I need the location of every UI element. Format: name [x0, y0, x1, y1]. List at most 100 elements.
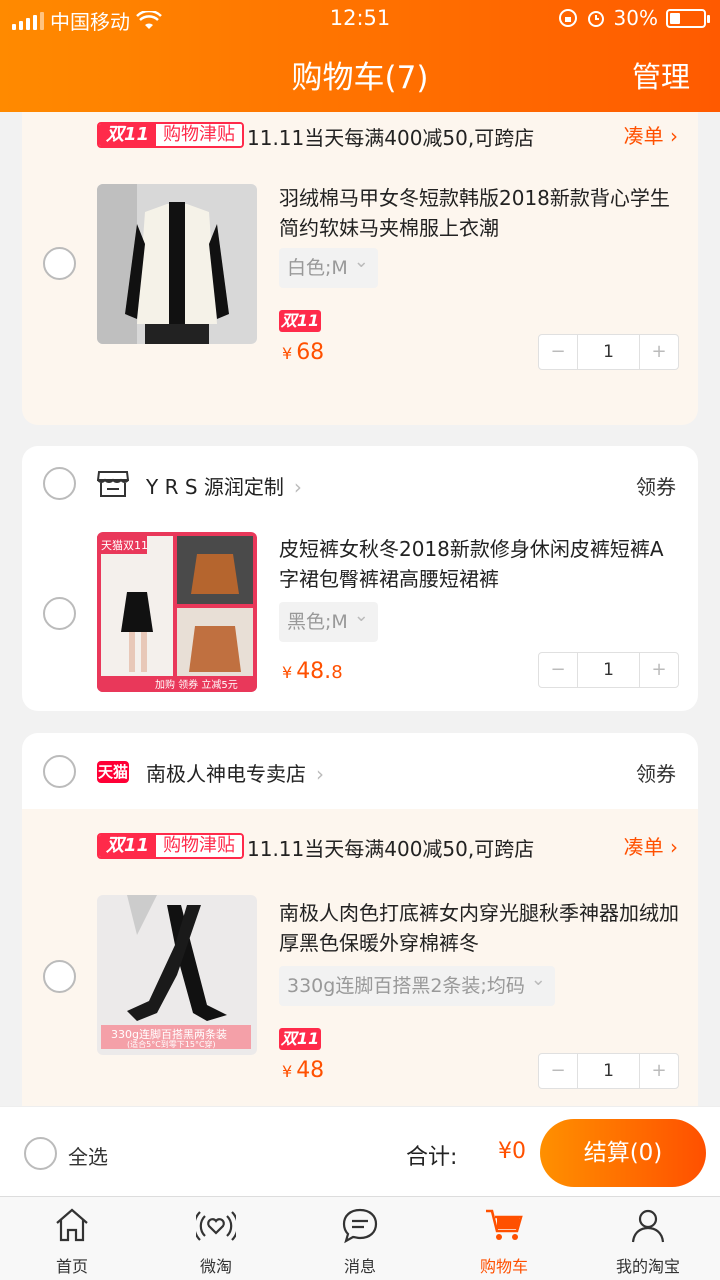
quantity-stepper[interactable]: − 1 + — [538, 652, 679, 688]
tab-home[interactable]: 首页 — [0, 1197, 144, 1280]
sku-selector[interactable]: 黑色;M — [279, 596, 378, 642]
product-thumbnail[interactable]: 330g连脚百搭黑两条装 (适合5°C到零下15°C穿) — [97, 895, 257, 1055]
tab-label: 微淘 — [199, 1257, 232, 1276]
home-icon — [56, 1208, 88, 1242]
tab-messages[interactable]: 消息 — [288, 1197, 432, 1280]
coudan-link[interactable]: 凑单 › — [624, 831, 678, 860]
product-thumbnail[interactable]: 天猫双11 加购 领券 立减5元 — [97, 532, 257, 692]
price-decimal: 8 — [331, 662, 343, 683]
rotation-lock-icon — [558, 9, 577, 27]
decrease-button[interactable]: − — [539, 335, 577, 369]
double11-tag: 双11 — [279, 310, 321, 332]
tmall-icon: 天猫 — [97, 761, 129, 783]
promo-bar: 双11 购物津贴 11.11当天每满400减50,可跨店 凑单 › — [22, 112, 698, 152]
cart-group: Y R S 源润定制 › 领券 天猫双11 加购 领券 立减5元 皮短裤女秋冬20… — [22, 446, 698, 711]
shopping-allowance-badge: 双11 购物津贴 — [97, 122, 245, 148]
item-checkbox[interactable] — [43, 960, 76, 993]
shop-name[interactable]: Y R S 源润定制 › — [146, 471, 302, 500]
increase-button[interactable]: + — [640, 653, 678, 687]
badge-allowance: 购物津贴 — [156, 835, 243, 857]
increase-button[interactable]: + — [640, 1054, 678, 1088]
badge-allowance: 购物津贴 — [156, 124, 243, 146]
chevron-right-icon: › — [316, 762, 324, 786]
shop-name[interactable]: 南极人神电专卖店 › — [146, 758, 324, 787]
cart-list[interactable]: 双11 购物津贴 11.11当天每满400减50,可跨店 凑单 › 羽绒棉马甲女… — [0, 112, 720, 1106]
promo-bar: 双11 购物津贴 11.11当天每满400减50,可跨店 凑单 › — [22, 809, 698, 869]
thumb-caption: 330g连脚百搭黑两条装 — [111, 1027, 227, 1041]
promo-text: 11.11当天每满400减50,可跨店 — [247, 126, 535, 150]
message-icon — [342, 1208, 378, 1244]
alarm-icon — [587, 11, 604, 27]
currency-symbol: ¥ — [282, 344, 293, 363]
coupon-button[interactable]: 领券 — [636, 758, 676, 787]
tinted-section: 双11 购物津贴 11.11当天每满400减50,可跨店 凑单 › 330g连脚… — [22, 809, 698, 1106]
decrease-button[interactable]: − — [539, 1054, 577, 1088]
total-label: 合计: — [406, 1145, 458, 1170]
product-title[interactable]: 羽绒棉马甲女冬短款韩版2018新款背心学生简约软妹马夹棉服上衣潮 — [279, 183, 679, 243]
checkout-button[interactable]: 结算(0) — [540, 1119, 706, 1187]
shop-checkbox[interactable] — [43, 467, 76, 500]
badge-double11: 双11 — [99, 124, 157, 146]
status-bar: 中国移动 12:51 30% — [0, 0, 720, 38]
item-checkbox[interactable] — [43, 247, 76, 280]
item-price: ¥68 — [282, 340, 324, 365]
sku-selector[interactable]: 330g连脚百搭黑2条装;均码 — [279, 960, 555, 1006]
total-value: ¥0 — [498, 1139, 526, 1164]
quantity-stepper[interactable]: − 1 + — [538, 1053, 679, 1089]
banner-top-text: 天猫双11 — [101, 539, 148, 552]
product-title[interactable]: 南极人肉色打底裤女内穿光腿秋季神器加绒加厚黑色保暖外穿棉裤冬 — [279, 898, 679, 958]
shop-name-text: 南极人神电专卖店 — [146, 762, 306, 786]
promo-text: 11.11当天每满400减50,可跨店 — [247, 837, 535, 861]
tab-my-taobao[interactable]: 我的淘宝 — [576, 1197, 720, 1280]
currency-symbol: ¥ — [282, 663, 293, 682]
quantity-stepper[interactable]: − 1 + — [538, 334, 679, 370]
double11-tag: 双11 — [279, 1028, 321, 1050]
shop-header[interactable]: Y R S 源润定制 › 领券 — [22, 446, 698, 522]
product-thumbnail[interactable] — [97, 184, 257, 344]
quantity-value[interactable]: 1 — [577, 1054, 640, 1088]
cart-group: 双11 购物津贴 11.11当天每满400减50,可跨店 凑单 › 羽绒棉马甲女… — [22, 112, 698, 425]
coudan-link[interactable]: 凑单 › — [624, 120, 678, 149]
tab-cart[interactable]: 购物车 — [432, 1197, 576, 1280]
shop-name-text: Y R S 源润定制 — [146, 475, 284, 499]
decrease-button[interactable]: − — [539, 653, 577, 687]
weitao-icon — [196, 1211, 236, 1241]
product-title[interactable]: 皮短裤女秋冬2018新款修身休闲皮裤短裤A字裙包臀裤裙高腰短裙裤 — [279, 534, 679, 594]
top-header: 中国移动 12:51 30% 购物车(7) 管理 — [0, 0, 720, 112]
profile-icon — [631, 1209, 665, 1243]
bottom-tab-bar: 首页 微淘 消息 购物车 我的淘宝 — [0, 1196, 720, 1280]
checkout-bar: 全选 合计: ¥0 结算(0) — [0, 1106, 720, 1196]
price-value: 48. — [296, 659, 332, 684]
shop-checkbox[interactable] — [43, 755, 76, 788]
item-price: ¥48 — [282, 1058, 324, 1083]
coupon-button[interactable]: 领券 — [636, 471, 676, 500]
store-icon — [97, 471, 129, 497]
quantity-value[interactable]: 1 — [577, 335, 640, 369]
shopping-allowance-badge: 双11 购物津贴 — [97, 833, 245, 859]
item-checkbox[interactable] — [43, 597, 76, 630]
banner-bottom-text: 加购 领券 立减5元 — [155, 678, 238, 691]
manage-button[interactable]: 管理 — [632, 54, 690, 96]
cart-group: 天猫 南极人神电专卖店 › 领券 双11 购物津贴 11.11当天每满400减50… — [22, 733, 698, 1106]
battery-percent: 30% — [613, 6, 658, 30]
battery-icon — [666, 8, 710, 28]
tab-label: 我的淘宝 — [615, 1257, 680, 1276]
tab-label: 购物车 — [479, 1257, 528, 1276]
sku-selector[interactable]: 白色;M — [279, 242, 378, 288]
tab-weitao[interactable]: 微淘 — [144, 1197, 288, 1280]
chevron-right-icon: › — [293, 475, 302, 499]
select-all-label[interactable]: 全选 — [68, 1141, 108, 1170]
badge-double11: 双11 — [99, 835, 157, 857]
price-value: 68 — [296, 340, 325, 365]
quantity-value[interactable]: 1 — [577, 653, 640, 687]
thumb-subcaption: (适合5°C到零下15°C穿) — [127, 1039, 216, 1049]
currency-symbol: ¥ — [282, 1062, 293, 1081]
tab-label: 消息 — [343, 1257, 376, 1276]
price-value: 48 — [296, 1058, 325, 1083]
increase-button[interactable]: + — [640, 335, 678, 369]
shop-header[interactable]: 天猫 南极人神电专卖店 › 领券 — [22, 733, 698, 809]
page-title: 购物车(7) — [291, 60, 429, 96]
item-price: ¥48.8 — [282, 659, 343, 684]
select-all-checkbox[interactable] — [24, 1137, 57, 1170]
tab-label: 首页 — [55, 1257, 88, 1276]
